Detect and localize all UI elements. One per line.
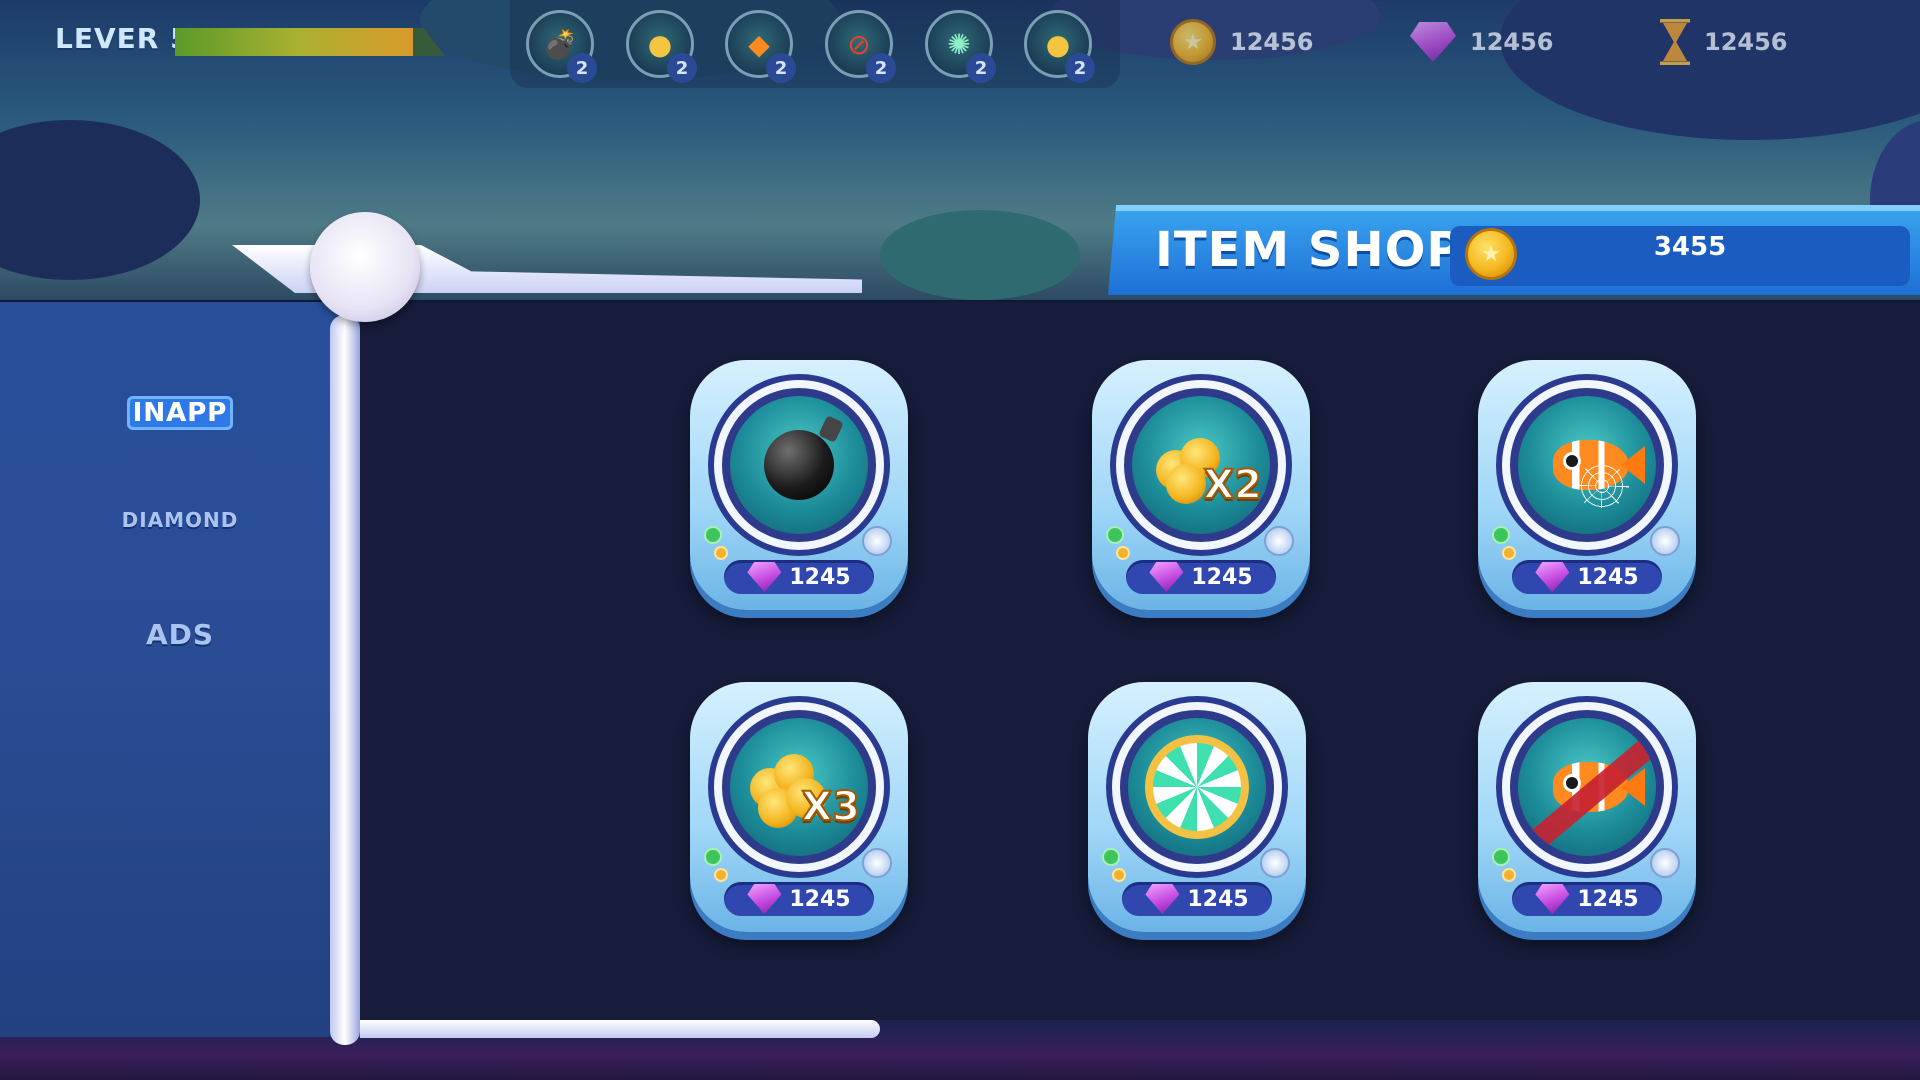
gem-icon <box>1535 884 1570 914</box>
item-ring: X2 <box>1116 380 1286 550</box>
booster-coins-x2[interactable]: ● 2 <box>626 10 697 83</box>
screw-decoration <box>862 848 892 878</box>
multiplier-label: X3 <box>800 783 861 831</box>
indicator-light <box>1116 546 1130 560</box>
price-value: 1245 <box>1191 564 1253 590</box>
booster-bomb[interactable]: 💣 2 <box>526 10 597 83</box>
price-button[interactable]: 1245 <box>724 882 874 916</box>
booster-count: 2 <box>766 53 796 83</box>
price-value: 1245 <box>1577 564 1639 590</box>
shop-title: ITEM SHOP <box>1155 222 1463 278</box>
hourglass-icon <box>1660 19 1690 65</box>
level-progress-fill <box>175 28 413 56</box>
coin-count: 12456 <box>1230 28 1314 56</box>
price-value: 1245 <box>789 564 851 590</box>
indicator-light <box>1102 848 1120 866</box>
gem-icon <box>1145 884 1180 914</box>
indicator-light <box>704 848 722 866</box>
gem-icon <box>1149 562 1184 592</box>
frame-knob <box>310 212 420 322</box>
price-button[interactable]: 1245 <box>1512 560 1662 594</box>
tab-label: ADS <box>145 618 215 651</box>
indicator-light <box>704 526 722 544</box>
screw-decoration <box>1650 526 1680 556</box>
price-value: 1245 <box>1187 886 1249 912</box>
indicator-light <box>1492 848 1510 866</box>
wheel-icon: ✺ <box>947 27 971 61</box>
coin-counter: ★ 12456 <box>1170 14 1314 70</box>
time-count: 12456 <box>1704 28 1788 56</box>
screw-decoration <box>862 526 892 556</box>
price-value: 1245 <box>1577 886 1639 912</box>
gem-counter: 12456 <box>1410 14 1554 70</box>
fish-net-icon <box>1535 430 1645 508</box>
booster-count: 2 <box>1065 53 1095 83</box>
multiplier-label: X2 <box>1202 461 1263 509</box>
time-counter: 12456 <box>1660 14 1788 70</box>
wheel-icon <box>1145 735 1249 839</box>
gem-icon <box>747 884 782 914</box>
booster-coins-x3[interactable]: ● 2 <box>1024 10 1095 83</box>
gem-count: 12456 <box>1470 28 1554 56</box>
bomb-icon <box>764 430 834 500</box>
tab-label: INAPP <box>126 396 234 430</box>
price-button[interactable]: 1245 <box>1126 560 1276 594</box>
shop-item-no-fish[interactable]: 1245 <box>1478 682 1696 932</box>
level-progress-bar <box>175 28 445 56</box>
booster-count: 2 <box>966 53 996 83</box>
screw-decoration <box>1264 526 1294 556</box>
item-ring <box>714 380 884 550</box>
booster-fish-net[interactable]: ◆ 2 <box>725 10 796 83</box>
item-ring <box>1502 380 1672 550</box>
booster-no-fish[interactable]: ⊘ 2 <box>825 10 896 83</box>
price-button[interactable]: 1245 <box>1512 882 1662 916</box>
item-ring <box>1502 702 1672 872</box>
tab-ads[interactable]: ADS <box>0 618 360 651</box>
coins-x2-icon: X2 <box>1146 420 1263 510</box>
rock-shape <box>0 120 200 280</box>
tab-label: DIAMOND <box>121 508 239 532</box>
booster-wheel[interactable]: ✺ 2 <box>925 10 996 83</box>
gem-icon <box>1535 562 1570 592</box>
gem-icon <box>1410 22 1456 62</box>
price-value: 1245 <box>789 886 851 912</box>
indicator-light <box>714 868 728 882</box>
coral-shape <box>880 210 1080 300</box>
indicator-light <box>714 546 728 560</box>
tab-inapp[interactable]: INAPP <box>0 396 360 430</box>
shop-balance-value: 3455 <box>1653 232 1727 262</box>
fish-net-icon: ◆ <box>748 27 770 61</box>
shop-item-bomb[interactable]: 1245 <box>690 360 908 610</box>
price-button[interactable]: 1245 <box>724 560 874 594</box>
item-ring <box>1112 702 1282 872</box>
item-ring: X3 <box>714 702 884 872</box>
gem-icon <box>747 562 782 592</box>
coins-x3-icon: ● <box>1045 27 1071 61</box>
indicator-light <box>1106 526 1124 544</box>
coin-icon: ★ <box>1465 228 1517 280</box>
indicator-light <box>1502 546 1516 560</box>
booster-count: 2 <box>667 53 697 83</box>
price-button[interactable]: 1245 <box>1122 882 1272 916</box>
indicator-light <box>1492 526 1510 544</box>
coin-icon: ★ <box>1170 19 1216 65</box>
booster-count: 2 <box>866 53 896 83</box>
frame-bottom-edge <box>360 1020 880 1038</box>
screw-decoration <box>1260 848 1290 878</box>
coins-x3-icon: X3 <box>744 742 861 832</box>
no-fish-icon: ⊘ <box>847 27 871 61</box>
booster-count: 2 <box>567 53 597 83</box>
tab-diamond[interactable]: DIAMOND <box>0 508 360 532</box>
coins-x2-icon: ● <box>647 27 673 61</box>
shop-item-coins-x3[interactable]: X3 1245 <box>690 682 908 932</box>
indicator-light <box>1112 868 1126 882</box>
screw-decoration <box>1650 848 1680 878</box>
shop-item-lucky-wheel[interactable]: 1245 <box>1088 682 1306 932</box>
shop-item-coins-x2[interactable]: X2 1245 <box>1092 360 1310 610</box>
indicator-light <box>1502 868 1516 882</box>
level-label: LEVER 5 <box>55 22 191 55</box>
shop-item-fish-net[interactable]: 1245 <box>1478 360 1696 610</box>
